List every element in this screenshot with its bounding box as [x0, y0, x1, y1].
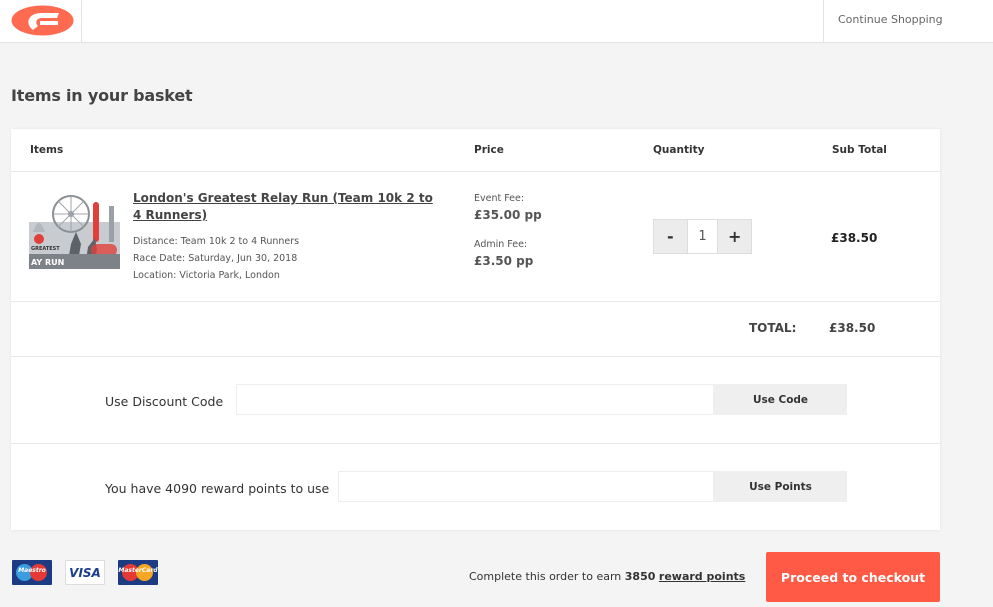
reward-points-link[interactable]: reward points	[659, 570, 745, 583]
logo-cell[interactable]	[0, 0, 82, 42]
proceed-to-checkout-button[interactable]: Proceed to checkout	[766, 552, 940, 602]
event-fee-value: £35.00 pp	[474, 208, 542, 222]
discount-code-input[interactable]	[236, 384, 714, 415]
event-fee-label: Event Fee:	[474, 193, 525, 204]
basket-card: Items Price Quantity Sub Total AY RUN GR…	[11, 129, 940, 530]
svg-text:GREATEST: GREATEST	[31, 246, 60, 252]
total-row: TOTAL: £38.50	[11, 302, 940, 357]
admin-fee-value: £3.50 pp	[474, 254, 534, 268]
col-quantity: Quantity	[653, 144, 705, 156]
col-subtotal: Sub Total	[832, 144, 887, 156]
table-row: AY RUN GREATEST London's Greatest Relay …	[11, 172, 940, 302]
quantity-stepper: - 1 +	[653, 219, 752, 254]
reward-points-input[interactable]	[338, 471, 714, 502]
col-price: Price	[474, 144, 504, 156]
visa-card-icon: VISA	[65, 560, 105, 585]
discount-row: Use Discount Code Use Code	[11, 357, 940, 444]
item-title-link[interactable]: London's Greatest Relay Run (Team 10k 2 …	[133, 190, 433, 224]
decrease-quantity-button[interactable]: -	[654, 220, 687, 253]
item-race-date: Race Date: Saturday, Jun 30, 2018	[133, 253, 298, 264]
total-label: TOTAL:	[749, 321, 797, 335]
item-distance: Distance: Team 10k 2 to 4 Runners	[133, 236, 300, 247]
total-value: £38.50	[829, 321, 876, 335]
quantity-value[interactable]: 1	[686, 220, 719, 253]
maestro-card-icon: Maestro	[12, 560, 52, 585]
earn-points-message: Complete this order to earn 3850 reward …	[469, 570, 745, 583]
reward-points-row: You have 4090 reward points to use Use P…	[11, 444, 940, 530]
use-points-button[interactable]: Use Points	[714, 471, 847, 502]
continue-shopping-cell: Continue Shopping	[823, 0, 993, 42]
item-subtotal: £38.50	[831, 231, 878, 245]
increase-quantity-button[interactable]: +	[718, 220, 751, 253]
page-title: Items in your basket	[11, 86, 193, 105]
use-code-button[interactable]: Use Code	[714, 384, 847, 415]
item-location: Location: Victoria Park, London	[133, 270, 280, 281]
event-image[interactable]: AY RUN GREATEST	[29, 192, 120, 269]
discount-label: Use Discount Code	[105, 394, 224, 409]
payment-cards: Maestro VISA MasterCard	[12, 560, 158, 585]
svg-text:AY RUN: AY RUN	[31, 258, 64, 267]
brand-logo-icon[interactable]	[11, 5, 74, 36]
reward-points-label: You have 4090 reward points to use	[105, 481, 330, 496]
top-bar: Continue Shopping	[0, 0, 993, 43]
earn-points-count: 3850	[624, 570, 656, 583]
mastercard-card-icon: MasterCard	[118, 560, 158, 585]
admin-fee-label: Admin Fee:	[474, 239, 528, 250]
table-header: Items Price Quantity Sub Total	[11, 129, 940, 172]
col-items: Items	[30, 144, 64, 156]
earn-prefix: Complete this order to earn	[469, 570, 625, 583]
continue-shopping-link[interactable]: Continue Shopping	[838, 13, 943, 26]
